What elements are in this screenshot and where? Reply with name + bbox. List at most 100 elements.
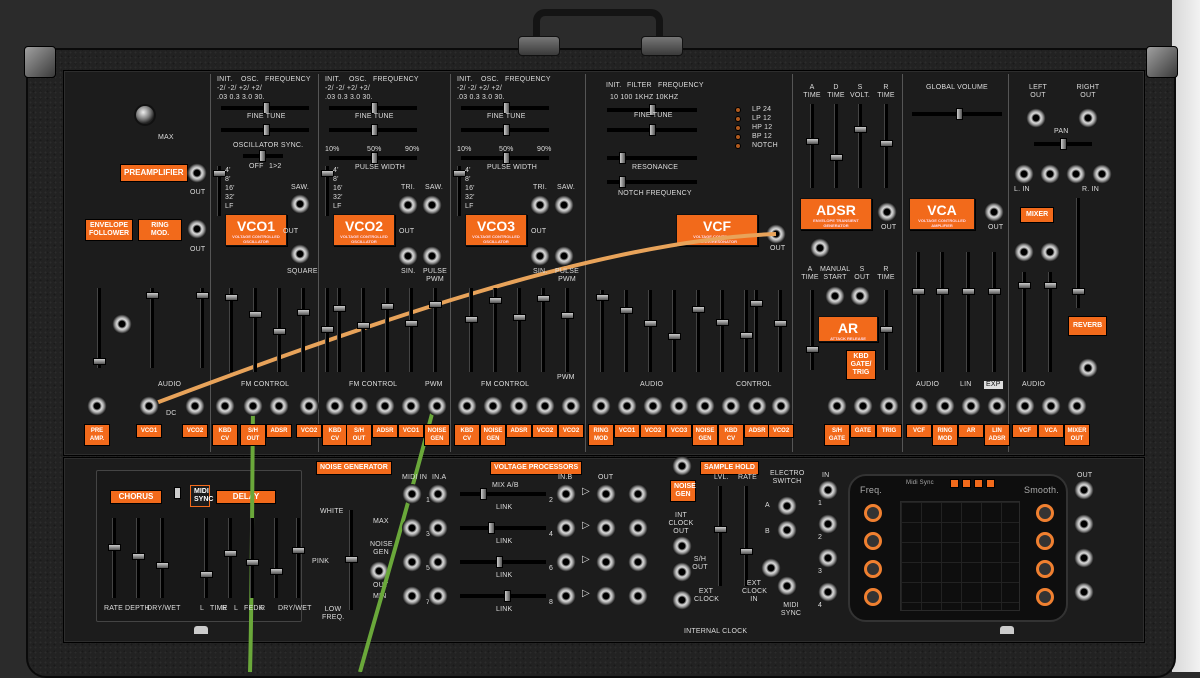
patch-jack[interactable] (909, 396, 929, 416)
patch-jack[interactable] (401, 396, 421, 416)
fm-slider-knob[interactable] (429, 301, 442, 308)
fm-slider-knob[interactable] (381, 303, 394, 310)
saw-out-jack[interactable] (290, 194, 310, 214)
patch-jack[interactable] (643, 396, 663, 416)
vcf-mod-slider[interactable] (692, 290, 705, 372)
vcf-mod-slider[interactable] (596, 290, 609, 372)
vco-fine-knob[interactable] (371, 124, 378, 136)
pw-knob[interactable] (371, 152, 378, 164)
fx-knob[interactable] (270, 568, 283, 575)
patch-jack[interactable] (669, 396, 689, 416)
patch-jack[interactable] (185, 396, 205, 416)
vp-out-jack[interactable] (596, 484, 616, 504)
fm-slider-knob[interactable] (465, 316, 478, 323)
vp-midi-jack[interactable] (402, 586, 422, 606)
vp-in-b-jack[interactable] (556, 484, 576, 504)
fm-slider-knob[interactable] (513, 314, 526, 321)
vp-out-jack[interactable] (596, 586, 616, 606)
fm-slider[interactable] (333, 288, 346, 372)
lfo-in-jack[interactable] (818, 582, 838, 602)
patch-jack[interactable] (591, 396, 611, 416)
fm-slider-knob[interactable] (321, 326, 334, 333)
patch-jack[interactable] (375, 396, 395, 416)
fx-slider[interactable] (224, 518, 237, 598)
patch-jack[interactable] (827, 396, 847, 416)
fm-slider-knob[interactable] (297, 309, 310, 316)
vp-in-a-jack[interactable] (428, 484, 448, 504)
patch-jack[interactable] (325, 396, 345, 416)
patch-jack[interactable] (243, 396, 263, 416)
pw-slider[interactable] (329, 152, 417, 164)
fx-slider[interactable] (132, 518, 145, 598)
vcf-control-slider[interactable] (774, 290, 787, 372)
vp-midi-jack[interactable] (402, 518, 422, 538)
vcf-slider-knob[interactable] (740, 332, 753, 339)
vp-in-a-jack[interactable] (428, 586, 448, 606)
pulse-out-jack[interactable] (554, 246, 574, 266)
lfo-in-jack[interactable] (818, 548, 838, 568)
vp-out-jack[interactable] (628, 552, 648, 572)
osc-sync-switch[interactable] (243, 150, 283, 162)
vco-fine-knob[interactable] (263, 124, 270, 136)
vcf-slider-knob[interactable] (774, 320, 787, 327)
fx-knob[interactable] (246, 559, 259, 566)
patch-jack[interactable] (457, 396, 477, 416)
fx-knob[interactable] (108, 544, 121, 551)
fm-slider[interactable] (225, 288, 238, 372)
fm-slider[interactable] (537, 288, 550, 372)
vcf-slider-knob[interactable] (644, 320, 657, 327)
lfo-in-jack[interactable] (818, 480, 838, 500)
vp-mix-knob[interactable] (496, 556, 503, 568)
vp-out-jack[interactable] (628, 484, 648, 504)
pw-knob[interactable] (503, 152, 510, 164)
patch-jack[interactable] (535, 396, 555, 416)
vp-in-b-jack[interactable] (556, 518, 576, 538)
patch-jack[interactable] (721, 396, 741, 416)
vp-mix-slider[interactable] (460, 590, 546, 602)
vcf-mod-slider[interactable] (740, 290, 753, 372)
tri-out-jack[interactable] (530, 195, 550, 215)
square-out-jack[interactable] (290, 244, 310, 264)
vcf-mod-slider[interactable] (716, 290, 729, 372)
vp-mix-slider[interactable] (460, 488, 546, 500)
fx-slider[interactable] (246, 518, 259, 598)
patch-jack[interactable] (987, 396, 1007, 416)
patch-jack[interactable] (695, 396, 715, 416)
vcf-slider-knob[interactable] (716, 319, 729, 326)
lfo-out-jack[interactable] (1074, 548, 1094, 568)
fm-slider[interactable] (513, 288, 526, 372)
lfo-out-jack[interactable] (1074, 514, 1094, 534)
tri-out-jack[interactable] (398, 195, 418, 215)
vp-out-jack[interactable] (628, 518, 648, 538)
fx-slider[interactable] (292, 518, 305, 598)
sin-out-jack[interactable] (398, 246, 418, 266)
vco-freq-slider[interactable] (461, 102, 549, 114)
fm-slider[interactable] (273, 288, 286, 372)
fm-slider-knob[interactable] (249, 311, 262, 318)
vp-mix-slider[interactable] (460, 522, 546, 534)
vcf-mod-slider[interactable] (668, 290, 681, 372)
vp-in-b-jack[interactable] (556, 552, 576, 572)
lfo-out-jack[interactable] (1074, 480, 1094, 500)
fm-slider[interactable] (297, 288, 310, 372)
lfo-out-jack[interactable] (1074, 582, 1094, 602)
vco-fine-slider[interactable] (461, 124, 549, 136)
lfo-in-jack[interactable] (818, 514, 838, 534)
vp-midi-jack[interactable] (402, 484, 422, 504)
patch-jack[interactable] (509, 396, 529, 416)
octave-switch[interactable] (213, 166, 226, 216)
vcf-control-slider[interactable] (750, 290, 763, 372)
fx-knob[interactable] (224, 550, 237, 557)
fm-slider-knob[interactable] (273, 328, 286, 335)
vco-freq-slider[interactable] (221, 102, 309, 114)
patch-jack[interactable] (879, 396, 899, 416)
patch-jack[interactable] (853, 396, 873, 416)
patch-jack[interactable] (427, 396, 447, 416)
fx-knob[interactable] (200, 571, 213, 578)
patch-jack[interactable] (1067, 396, 1087, 416)
vp-out-jack[interactable] (628, 586, 648, 606)
filter-mode-led[interactable] (735, 116, 741, 122)
patch-jack[interactable] (269, 396, 289, 416)
fm-slider-knob[interactable] (561, 312, 574, 319)
fm-slider-knob[interactable] (537, 295, 550, 302)
